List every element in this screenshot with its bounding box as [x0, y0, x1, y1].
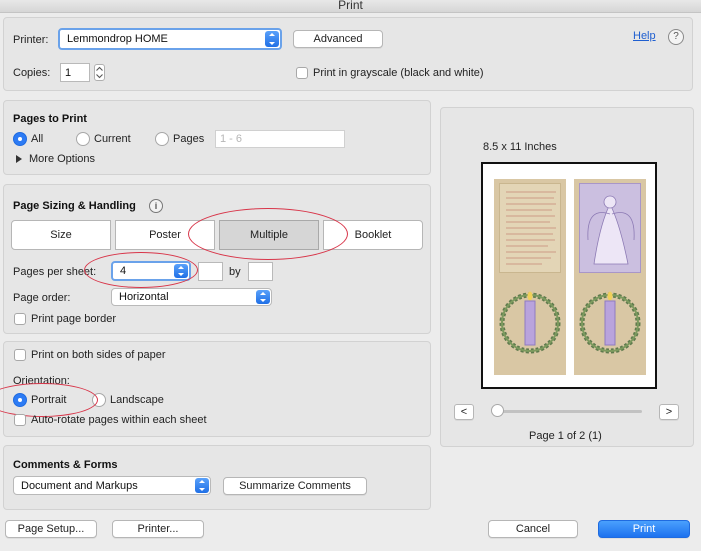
copies-stepper[interactable]	[94, 64, 105, 81]
next-page-button[interactable]: >	[659, 404, 679, 420]
printer-select-value: Lemmondrop HOME	[67, 33, 168, 45]
pages-per-sheet-label: Pages per sheet:	[13, 266, 97, 278]
by-label: by	[229, 266, 241, 278]
stepper-arrows-icon	[96, 66, 103, 79]
landscape-label: Landscape	[110, 394, 164, 406]
sizing-heading: Page Sizing & Handling	[13, 200, 136, 212]
landscape-radio[interactable]	[92, 393, 106, 407]
all-label: All	[31, 133, 44, 145]
grayscale-label: Print in grayscale (black and white)	[313, 67, 484, 79]
custom-columns-input[interactable]	[198, 262, 223, 281]
page-border-label: Print page border	[31, 313, 116, 325]
summarize-comments-button[interactable]: Summarize Comments	[223, 477, 367, 495]
comments-select[interactable]: Document and Markups	[13, 476, 211, 495]
copies-input[interactable]: 1	[60, 63, 90, 82]
comments-heading: Comments & Forms	[13, 459, 118, 471]
pages-label: Pages	[173, 133, 205, 145]
custom-rows-input[interactable]	[248, 262, 273, 281]
printer-select-chevron-icon	[265, 31, 279, 47]
mode-size-button[interactable]: Size	[11, 220, 111, 250]
copies-label: Copies:	[13, 67, 51, 79]
window-title: Print	[0, 0, 701, 13]
help-icon[interactable]: ?	[668, 29, 684, 45]
preview-text-lines	[506, 191, 556, 265]
page-order-label: Page order:	[13, 292, 71, 304]
both-sides-checkbox[interactable]	[14, 349, 26, 361]
grayscale-checkbox[interactable]	[296, 67, 308, 79]
all-radio[interactable]	[13, 132, 27, 146]
mode-booklet-button[interactable]: Booklet	[323, 220, 423, 250]
preview-page-left	[494, 179, 566, 375]
portrait-label: Portrait	[31, 394, 67, 406]
pages-per-sheet-chevron-icon	[174, 264, 188, 278]
portrait-radio[interactable]	[13, 393, 27, 407]
autorotate-checkbox[interactable]	[14, 414, 26, 426]
help-link[interactable]: Help	[633, 30, 656, 42]
pages-radio[interactable]	[155, 132, 169, 146]
wreath-candle-icon-right	[579, 291, 641, 354]
wreath-candle-icon	[499, 291, 561, 354]
printer-select[interactable]: Lemmondrop HOME	[58, 28, 282, 50]
comments-select-chevron-icon	[195, 478, 209, 493]
more-options-disclosure-icon[interactable]	[16, 155, 22, 163]
comments-select-value: Document and Markups	[21, 479, 138, 492]
preview-page-right	[574, 179, 646, 375]
current-label: Current	[94, 133, 131, 145]
pages-range-input[interactable]: 1 - 6	[215, 130, 345, 148]
pages-per-sheet-value: 4	[120, 265, 127, 277]
both-sides-label: Print on both sides of paper	[31, 349, 166, 361]
page-setup-button[interactable]: Page Setup...	[5, 520, 97, 538]
pages-heading: Pages to Print	[13, 113, 87, 125]
pages-per-sheet-select[interactable]: 4	[111, 261, 191, 281]
printer-label: Printer:	[13, 34, 49, 46]
page-order-select[interactable]: Horizontal	[111, 288, 272, 306]
print-button[interactable]: Print	[598, 520, 690, 538]
more-options-label[interactable]: More Options	[29, 153, 95, 165]
cancel-button[interactable]: Cancel	[488, 520, 578, 538]
page-slider-track[interactable]	[492, 410, 642, 413]
preview-sheet	[481, 162, 657, 389]
current-radio[interactable]	[76, 132, 90, 146]
printer-button[interactable]: Printer...	[112, 520, 204, 538]
mode-multiple-button[interactable]: Multiple	[219, 220, 319, 250]
page-slider-thumb[interactable]	[491, 404, 504, 417]
mode-poster-button[interactable]: Poster	[115, 220, 215, 250]
autorotate-label: Auto-rotate pages within each sheet	[31, 414, 207, 426]
page-status-label: Page 1 of 2 (1)	[529, 430, 602, 442]
info-icon[interactable]: i	[149, 199, 163, 213]
advanced-button[interactable]: Advanced	[293, 30, 383, 48]
paper-size-label: 8.5 x 11 Inches	[483, 141, 557, 153]
page-border-checkbox[interactable]	[14, 313, 26, 325]
orientation-label: Orientation:	[13, 375, 70, 387]
page-order-value: Horizontal	[119, 291, 169, 303]
prev-page-button[interactable]: <	[454, 404, 474, 420]
page-order-chevron-icon	[256, 290, 270, 304]
preview-angel-image	[579, 183, 641, 273]
preview-text-block	[499, 183, 561, 273]
angel-illustration	[587, 195, 635, 265]
